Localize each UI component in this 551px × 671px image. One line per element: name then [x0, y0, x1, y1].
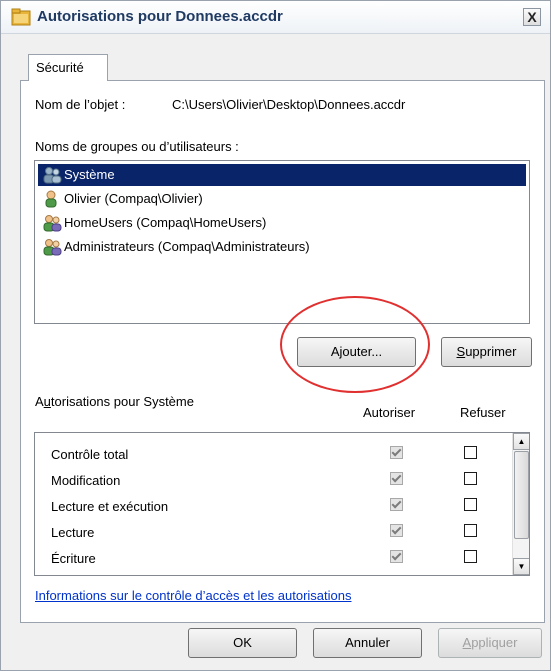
window-title: Autorisations pour Donnees.accdr [37, 8, 283, 25]
permission-label: Modification [51, 473, 121, 488]
cancel-button[interactable]: Annuler [313, 628, 422, 658]
group-icon [43, 167, 62, 184]
permission-label: Écriture [51, 551, 96, 566]
permission-label: Lecture et exécution [51, 499, 169, 514]
permission-label: Contrôle total [51, 447, 129, 462]
group-icon [43, 239, 62, 256]
users-list[interactable]: Système Olivier (Compaq\Olivier) HomeUse… [34, 160, 530, 324]
allow-checkbox[interactable] [390, 550, 403, 563]
permission-row: Modification [35, 467, 511, 493]
title-bar: Autorisations pour Donnees.accdr X [1, 1, 550, 34]
object-name-label: Nom de l’objet : [35, 97, 126, 112]
remove-button[interactable]: Supprimer [441, 337, 532, 367]
permission-row: Contrôle total [35, 441, 511, 467]
list-item-label: Olivier (Compaq\Olivier) [64, 191, 203, 206]
scroll-down-icon[interactable]: ▼ [513, 558, 529, 575]
permission-row: Écriture [35, 545, 511, 571]
allow-checkbox[interactable] [390, 472, 403, 485]
deny-checkbox[interactable] [464, 498, 477, 511]
permission-row: Lecture [35, 519, 511, 545]
deny-header: Refuser [460, 405, 506, 420]
scroll-up-icon[interactable]: ▲ [513, 433, 529, 450]
list-item-homeusers[interactable]: HomeUsers (Compaq\HomeUsers) [38, 212, 526, 234]
object-name-value: C:\Users\Olivier\Desktop\Donnees.accdr [172, 97, 406, 112]
vertical-scrollbar[interactable]: ▲ ▼ [512, 433, 529, 575]
apply-button[interactable]: Appliquer [438, 628, 542, 658]
list-item-olivier[interactable]: Olivier (Compaq\Olivier) [38, 188, 526, 210]
scroll-thumb[interactable] [514, 451, 529, 539]
permissions-label: Autorisations pour Système [35, 394, 194, 409]
add-button[interactable]: Ajouter... [297, 337, 416, 367]
list-item-label: HomeUsers (Compaq\HomeUsers) [64, 215, 267, 230]
list-item-label: Système [64, 167, 115, 182]
permission-row: Lecture et exécution [35, 493, 511, 519]
deny-checkbox[interactable] [464, 550, 477, 563]
list-item-systeme[interactable]: Système [38, 164, 526, 186]
deny-checkbox[interactable] [464, 446, 477, 459]
permission-label: Lecture [51, 525, 95, 540]
folder-icon [11, 8, 31, 26]
allow-checkbox[interactable] [390, 498, 403, 511]
deny-checkbox[interactable] [464, 472, 477, 485]
groups-label: Noms de groupes ou d’utilisateurs : [35, 139, 239, 154]
group-icon [43, 215, 62, 232]
allow-checkbox[interactable] [390, 446, 403, 459]
permissions-dialog: Autorisations pour Donnees.accdr X Sécur… [0, 0, 551, 671]
close-button[interactable]: X [523, 8, 541, 26]
list-item-label: Administrateurs (Compaq\Administrateurs) [64, 239, 310, 254]
ok-button[interactable]: OK [188, 628, 297, 658]
user-icon [45, 190, 57, 208]
tab-security[interactable]: Sécurité [28, 54, 108, 81]
deny-checkbox[interactable] [464, 524, 477, 537]
access-control-info-link[interactable]: Informations sur le contrôle d’accès et … [35, 588, 352, 603]
allow-checkbox[interactable] [390, 524, 403, 537]
allow-header: Autoriser [363, 405, 416, 420]
list-item-administrateurs[interactable]: Administrateurs (Compaq\Administrateurs) [38, 236, 526, 258]
permissions-list[interactable]: Contrôle total Modification Lecture et e… [34, 432, 530, 576]
